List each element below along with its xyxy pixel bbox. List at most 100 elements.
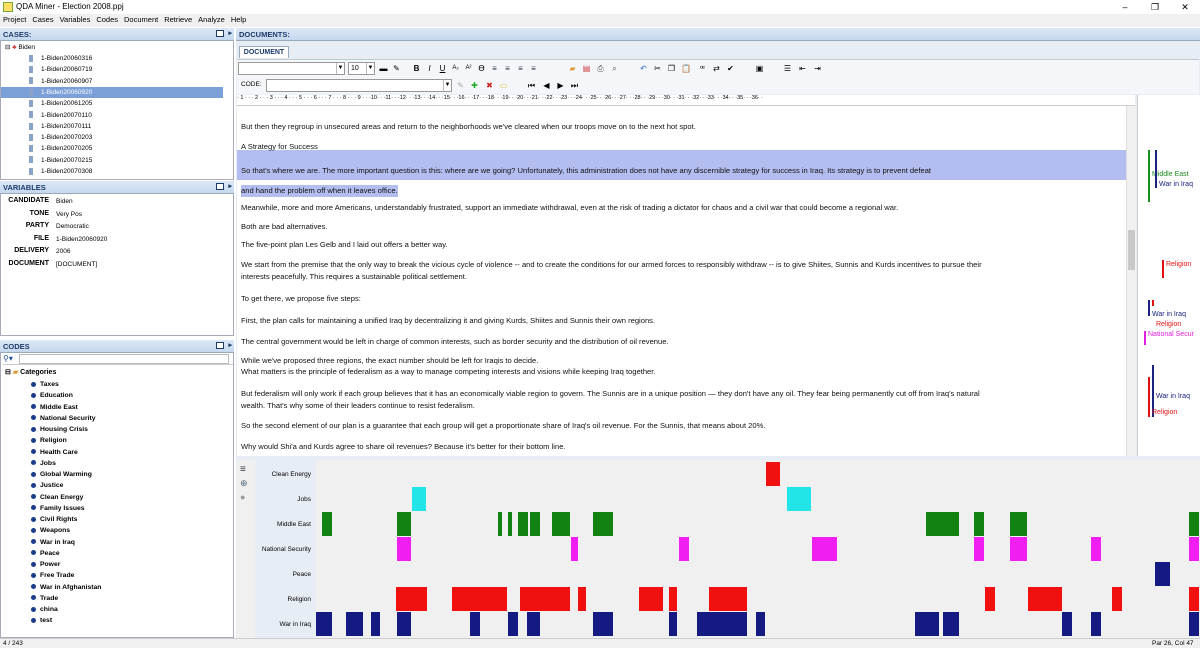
chart-code-segment[interactable]	[397, 612, 411, 636]
chart-code-segment[interactable]	[943, 612, 959, 636]
chart-code-segment[interactable]	[346, 612, 363, 636]
copy-icon[interactable]: ❐	[667, 64, 676, 73]
menu-variables[interactable]: Variables	[57, 14, 94, 25]
chart-code-segment[interactable]	[756, 612, 765, 636]
code-item[interactable]: Power	[31, 559, 60, 570]
margin-code-label[interactable]: Religion	[1166, 261, 1191, 268]
chart-code-segment[interactable]	[915, 612, 939, 636]
code-item[interactable]: Jobs	[31, 458, 56, 469]
menu-codes[interactable]: Codes	[93, 14, 121, 25]
chart-code-segment[interactable]	[527, 612, 540, 636]
import-icon[interactable]: ▤	[582, 64, 591, 73]
case-item[interactable]: 1-Biden20060920	[1, 86, 223, 98]
chart-code-segment[interactable]	[578, 587, 586, 611]
chart-code-segment[interactable]	[452, 587, 507, 611]
variable-value[interactable]: Democratic	[56, 223, 89, 230]
chart-code-segment[interactable]	[974, 512, 984, 536]
chart-code-segment[interactable]	[371, 612, 380, 636]
cut-icon[interactable]: ✂	[653, 64, 662, 73]
document-paragraph[interactable]: Both are bad alternatives.	[241, 221, 1071, 233]
zoom-in-icon[interactable]: ⊕	[240, 478, 248, 489]
justify-icon[interactable]: ≡	[529, 64, 538, 73]
superscript-icon[interactable]: A²	[464, 64, 473, 73]
case-group-root[interactable]: ⊟ ♣ Biden	[5, 42, 35, 53]
maximize-pane-icon[interactable]	[216, 183, 224, 190]
bold-icon[interactable]: B	[412, 64, 421, 73]
chart-code-segment[interactable]	[639, 587, 663, 611]
chart-code-segment[interactable]	[498, 512, 502, 536]
variable-value[interactable]: Very Pos	[56, 211, 82, 218]
code-item[interactable]: Taxes	[31, 379, 59, 390]
margin-code-label[interactable]: Religion	[1156, 321, 1181, 328]
chart-code-segment[interactable]	[571, 537, 578, 561]
chart-code-segment[interactable]	[1189, 512, 1199, 536]
variable-value[interactable]: 2006	[56, 248, 70, 255]
chart-code-segment[interactable]	[397, 512, 411, 536]
chart-code-segment[interactable]	[530, 512, 540, 536]
variable-row[interactable]: DELIVERY 2006	[1, 246, 233, 258]
align-right-icon[interactable]: ≡	[516, 64, 525, 73]
chart-code-segment[interactable]	[412, 487, 426, 511]
code-item[interactable]: Free Trade	[31, 570, 74, 581]
margin-code-label[interactable]: War in Iraq	[1152, 311, 1186, 318]
close-button[interactable]: ✕	[1178, 1, 1192, 13]
remove-code-icon[interactable]: ✖	[485, 81, 494, 90]
chart-code-segment[interactable]	[1091, 612, 1101, 636]
assign-code-icon[interactable]: ✎	[456, 81, 465, 90]
case-item[interactable]: 1-Biden20060907	[29, 76, 92, 87]
undo-icon[interactable]: ↶	[639, 64, 648, 73]
restore-button[interactable]: ❐	[1148, 1, 1162, 13]
document-paragraph[interactable]: While we've proposed three regions, the …	[241, 355, 1071, 367]
document-paragraph[interactable]: Meanwhile, more and more Americans, unde…	[241, 202, 1071, 214]
margin-code-bracket[interactable]	[1162, 260, 1164, 278]
subscript-icon[interactable]: A₂	[451, 64, 460, 73]
code-item[interactable]: china	[31, 604, 58, 615]
document-paragraph[interactable]: So the second element of our plan is a g…	[241, 420, 1071, 432]
variable-row[interactable]: CANDIDATE Biden	[1, 196, 233, 208]
code-item[interactable]: Global Warming	[31, 469, 92, 480]
chart-code-segment[interactable]	[679, 537, 689, 561]
chart-code-segment[interactable]	[552, 512, 570, 536]
margin-code-bracket[interactable]	[1152, 300, 1154, 306]
document-paragraph[interactable]: interests peacefully. This requires a su…	[241, 271, 1071, 283]
font-size-select[interactable]: 10 ▼	[348, 62, 375, 75]
chart-code-segment[interactable]	[1189, 587, 1199, 611]
document-paragraph[interactable]: A Strategy for Success	[241, 141, 1071, 153]
document-paragraph[interactable]: We start from the premise that the only …	[241, 259, 1071, 271]
chart-code-segment[interactable]	[316, 612, 332, 636]
chart-code-segment[interactable]	[1010, 512, 1027, 536]
menu-retrieve[interactable]: Retrieve	[161, 14, 195, 25]
highlight-icon[interactable]: ▬	[379, 64, 388, 73]
spellcheck-icon[interactable]: ✔	[726, 64, 735, 73]
chart-code-segment[interactable]	[1062, 612, 1072, 636]
chart-code-segment[interactable]	[1028, 587, 1062, 611]
variable-value[interactable]: [DOCUMENT]	[56, 261, 97, 268]
variable-row[interactable]: DOCUMENT [DOCUMENT]	[1, 259, 233, 271]
chart-code-segment[interactable]	[397, 537, 411, 561]
properties-icon[interactable]: ▣	[755, 64, 764, 73]
document-paragraph[interactable]: The central government would be left in …	[241, 336, 1071, 348]
pane-arrow-icon[interactable]: ▸	[228, 341, 232, 349]
code-chart[interactable]	[316, 460, 1200, 638]
print-preview-icon[interactable]: ⌕	[610, 64, 619, 73]
code-item[interactable]: Trade	[31, 593, 58, 604]
case-item[interactable]: 1-Biden20070308	[29, 166, 92, 177]
chart-code-segment[interactable]	[974, 537, 984, 561]
menu-analyze[interactable]: Analyze	[195, 14, 228, 25]
search-icon[interactable]: ⚲▾	[3, 354, 13, 363]
chart-code-segment[interactable]	[1189, 612, 1199, 636]
margin-code-label[interactable]: National Secur	[1148, 331, 1194, 338]
code-select[interactable]: ▼	[266, 79, 452, 92]
code-category-root[interactable]: ⊟ ▰ Categories	[5, 367, 56, 378]
chart-code-segment[interactable]	[985, 587, 995, 611]
chart-code-segment[interactable]	[508, 512, 512, 536]
margin-code-bracket[interactable]	[1155, 150, 1157, 188]
italic-icon[interactable]: I	[425, 64, 434, 73]
code-item[interactable]: test	[31, 615, 52, 626]
first-record-icon[interactable]: ⏮	[527, 81, 536, 90]
code-item[interactable]: Peace	[31, 548, 60, 559]
chart-code-segment[interactable]	[766, 462, 780, 486]
margin-code-bracket[interactable]	[1148, 300, 1150, 316]
chart-code-segment[interactable]	[787, 487, 811, 511]
indent-icon[interactable]: ⇥	[813, 64, 822, 73]
